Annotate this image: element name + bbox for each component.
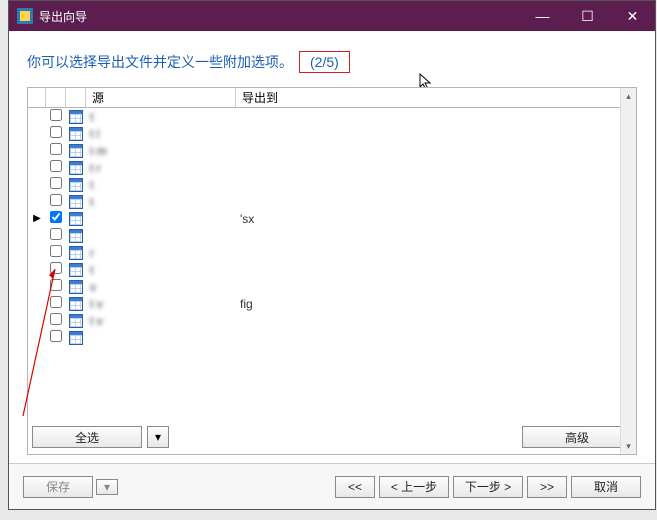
row-checkbox[interactable] <box>46 160 66 175</box>
cancel-button[interactable]: 取消 <box>571 476 641 498</box>
row-source: t <box>86 110 236 124</box>
table-icon <box>66 263 86 277</box>
grid-toolbar: 全选 ▾ 高级 <box>28 420 636 454</box>
row-source: t l <box>86 127 236 141</box>
table-row[interactable] <box>28 227 636 244</box>
next-button[interactable]: 下一步 > <box>453 476 523 498</box>
row-source: v <box>86 280 236 294</box>
chevron-down-icon: ▾ <box>104 480 110 494</box>
row-checkbox[interactable] <box>46 279 66 294</box>
table-icon <box>66 246 86 260</box>
table-row[interactable]: v <box>28 278 636 295</box>
export-wizard-window: 导出向导 — ☐ ✕ 你可以选择导出文件并定义一些附加选项。 (2/5) 源 导… <box>8 0 656 510</box>
row-dest: fig <box>236 297 636 311</box>
table-row[interactable]: t <box>28 193 636 210</box>
table-row[interactable]: t l <box>28 125 636 142</box>
row-source: r <box>86 246 236 260</box>
col-check <box>46 88 66 107</box>
maximize-button[interactable]: ☐ <box>565 1 610 31</box>
first-button[interactable]: << <box>335 476 375 498</box>
row-checkbox[interactable] <box>46 211 66 226</box>
wizard-message: 你可以选择导出文件并定义一些附加选项。 <box>27 52 293 72</box>
close-button[interactable]: ✕ <box>610 1 655 31</box>
vertical-scrollbar[interactable]: ▴ ▾ <box>620 88 636 454</box>
table-row[interactable]: ▶ 'sx <box>28 210 636 227</box>
table-row[interactable]: t <box>28 108 636 125</box>
table-row[interactable] <box>28 329 636 346</box>
row-indicator: ▶ <box>28 213 46 224</box>
advanced-button[interactable]: 高级 <box>522 426 632 448</box>
scroll-up-icon[interactable]: ▴ <box>621 88 636 104</box>
col-indicator <box>28 88 46 107</box>
table-icon <box>66 161 86 175</box>
table-icon <box>66 127 86 141</box>
row-checkbox[interactable] <box>46 296 66 311</box>
row-checkbox[interactable] <box>46 143 66 158</box>
table-icon <box>66 229 86 243</box>
table-icon <box>66 178 86 192</box>
table-row[interactable]: t m <box>28 142 636 159</box>
app-icon <box>17 8 33 24</box>
row-checkbox[interactable] <box>46 228 66 243</box>
table-icon <box>66 297 86 311</box>
last-button[interactable]: >> <box>527 476 567 498</box>
col-source[interactable]: 源 <box>86 88 236 107</box>
wizard-header: 你可以选择导出文件并定义一些附加选项。 (2/5) <box>9 31 655 83</box>
table-row[interactable]: t <box>28 261 636 278</box>
row-checkbox[interactable] <box>46 177 66 192</box>
row-checkbox[interactable] <box>46 262 66 277</box>
table-icon <box>66 110 86 124</box>
titlebar: 导出向导 — ☐ ✕ <box>9 1 655 31</box>
table-row[interactable]: r <box>28 244 636 261</box>
row-source: t <box>86 178 236 192</box>
select-all-button[interactable]: 全选 <box>32 426 142 448</box>
row-source: t r <box>86 161 236 175</box>
row-source: t m <box>86 144 236 158</box>
col-dest[interactable]: 导出到 <box>236 88 636 107</box>
table-icon <box>66 280 86 294</box>
table-icon <box>66 212 86 226</box>
table-icon <box>66 331 86 345</box>
table-icon <box>66 314 86 328</box>
scroll-down-icon[interactable]: ▾ <box>621 438 636 454</box>
save-button[interactable]: 保存 <box>23 476 93 498</box>
table-icon <box>66 144 86 158</box>
grid-panel: 源 导出到 tt lt mt rtt▶'sxrtvt vfigt v ▴ ▾ 全… <box>27 87 637 455</box>
window-controls: — ☐ ✕ <box>520 1 655 31</box>
row-dest: 'sx <box>236 212 636 226</box>
table-row[interactable]: t <box>28 176 636 193</box>
row-checkbox[interactable] <box>46 109 66 124</box>
row-checkbox[interactable] <box>46 245 66 260</box>
window-title: 导出向导 <box>39 8 87 25</box>
row-source: t <box>86 195 236 209</box>
grid-body[interactable]: tt lt mt rtt▶'sxrtvt vfigt v <box>28 108 636 420</box>
select-all-dropdown[interactable]: ▾ <box>147 426 169 448</box>
save-dropdown[interactable]: ▾ <box>96 479 118 495</box>
prev-button[interactable]: < 上一步 <box>379 476 449 498</box>
grid-header: 源 导出到 <box>28 88 636 108</box>
table-icon <box>66 195 86 209</box>
row-source: t <box>86 263 236 277</box>
wizard-step: (2/5) <box>299 51 350 73</box>
table-row[interactable]: t vfig <box>28 295 636 312</box>
row-checkbox[interactable] <box>46 126 66 141</box>
row-source: t v <box>86 297 236 311</box>
row-source: t v <box>86 314 236 328</box>
chevron-down-icon: ▾ <box>155 430 161 444</box>
col-icon <box>66 88 86 107</box>
minimize-button[interactable]: — <box>520 1 565 31</box>
row-checkbox[interactable] <box>46 313 66 328</box>
row-checkbox[interactable] <box>46 194 66 209</box>
table-row[interactable]: t v <box>28 312 636 329</box>
wizard-footer: 保存 ▾ << < 上一步 下一步 > >> 取消 <box>9 463 655 509</box>
row-checkbox[interactable] <box>46 330 66 345</box>
table-row[interactable]: t r <box>28 159 636 176</box>
